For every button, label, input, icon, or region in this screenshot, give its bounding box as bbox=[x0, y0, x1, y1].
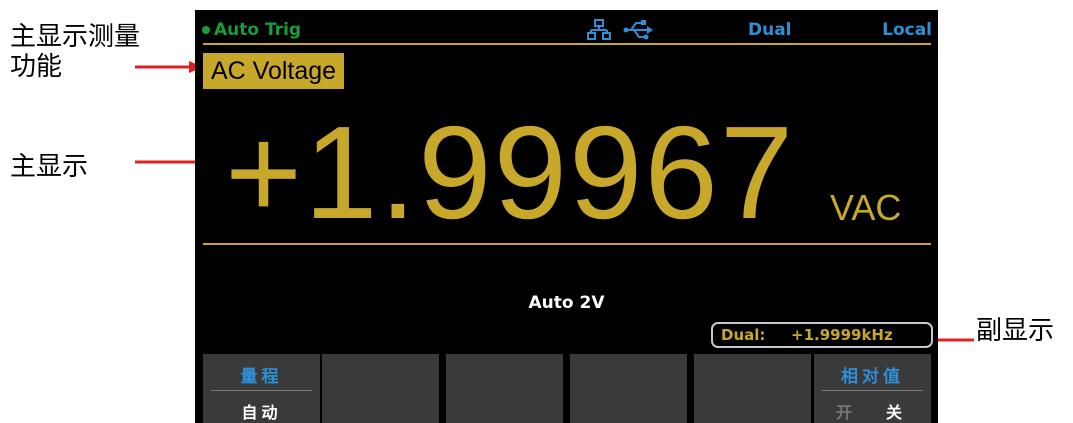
softkey-relative-title: 相对值 bbox=[841, 367, 904, 387]
softkey-relative-off: 关 bbox=[886, 403, 907, 422]
softkey-2[interactable] bbox=[322, 354, 439, 423]
main-display-unit: VAC bbox=[830, 187, 902, 228]
dual-mode-indicator: Dual bbox=[748, 20, 792, 40]
softkey-divider bbox=[822, 390, 923, 391]
main-display-value: +1.99967 bbox=[225, 99, 796, 246]
softkey-4[interactable] bbox=[570, 354, 687, 423]
lan-icon bbox=[587, 19, 611, 40]
sub-display: Dual: +1.9999kHz bbox=[711, 322, 933, 348]
instrument-screen: Auto Trig Dual Local AC Voltage +1.99967… bbox=[195, 10, 938, 423]
sub-display-value: +1.9999kHz bbox=[791, 326, 893, 344]
softkey-range-title: 量程 bbox=[240, 367, 283, 387]
softkey-3[interactable] bbox=[446, 354, 563, 423]
sub-display-label: Dual: bbox=[721, 326, 766, 344]
softkey-range[interactable]: 量程 自动 bbox=[203, 354, 320, 423]
softkey-divider bbox=[211, 390, 312, 391]
main-display-annotation: 主显示 bbox=[10, 152, 89, 182]
softkey-5[interactable] bbox=[694, 354, 811, 423]
softkey-range-value: 自动 bbox=[241, 403, 282, 422]
trigger-mode: Auto Trig bbox=[214, 20, 302, 40]
remote-status: Local bbox=[882, 20, 932, 40]
connection-icons bbox=[587, 19, 653, 46]
trigger-indicator-icon bbox=[202, 26, 210, 34]
softkey-menu: 量程 自动 相对值 开 关 bbox=[195, 354, 938, 423]
softkey-relative[interactable]: 相对值 开 关 bbox=[814, 354, 931, 423]
top-divider bbox=[203, 43, 931, 45]
usb-icon bbox=[623, 20, 653, 40]
status-bar: Auto Trig Dual Local bbox=[195, 16, 938, 42]
softkey-relative-on: 开 bbox=[836, 403, 857, 422]
sub-display-annotation: 副显示 bbox=[976, 316, 1055, 346]
range-indicator: Auto 2V bbox=[528, 293, 605, 313]
function-label: AC Voltage bbox=[203, 53, 345, 89]
function-annotation: 主显示测量功能 bbox=[10, 22, 141, 82]
middle-divider bbox=[203, 243, 931, 245]
